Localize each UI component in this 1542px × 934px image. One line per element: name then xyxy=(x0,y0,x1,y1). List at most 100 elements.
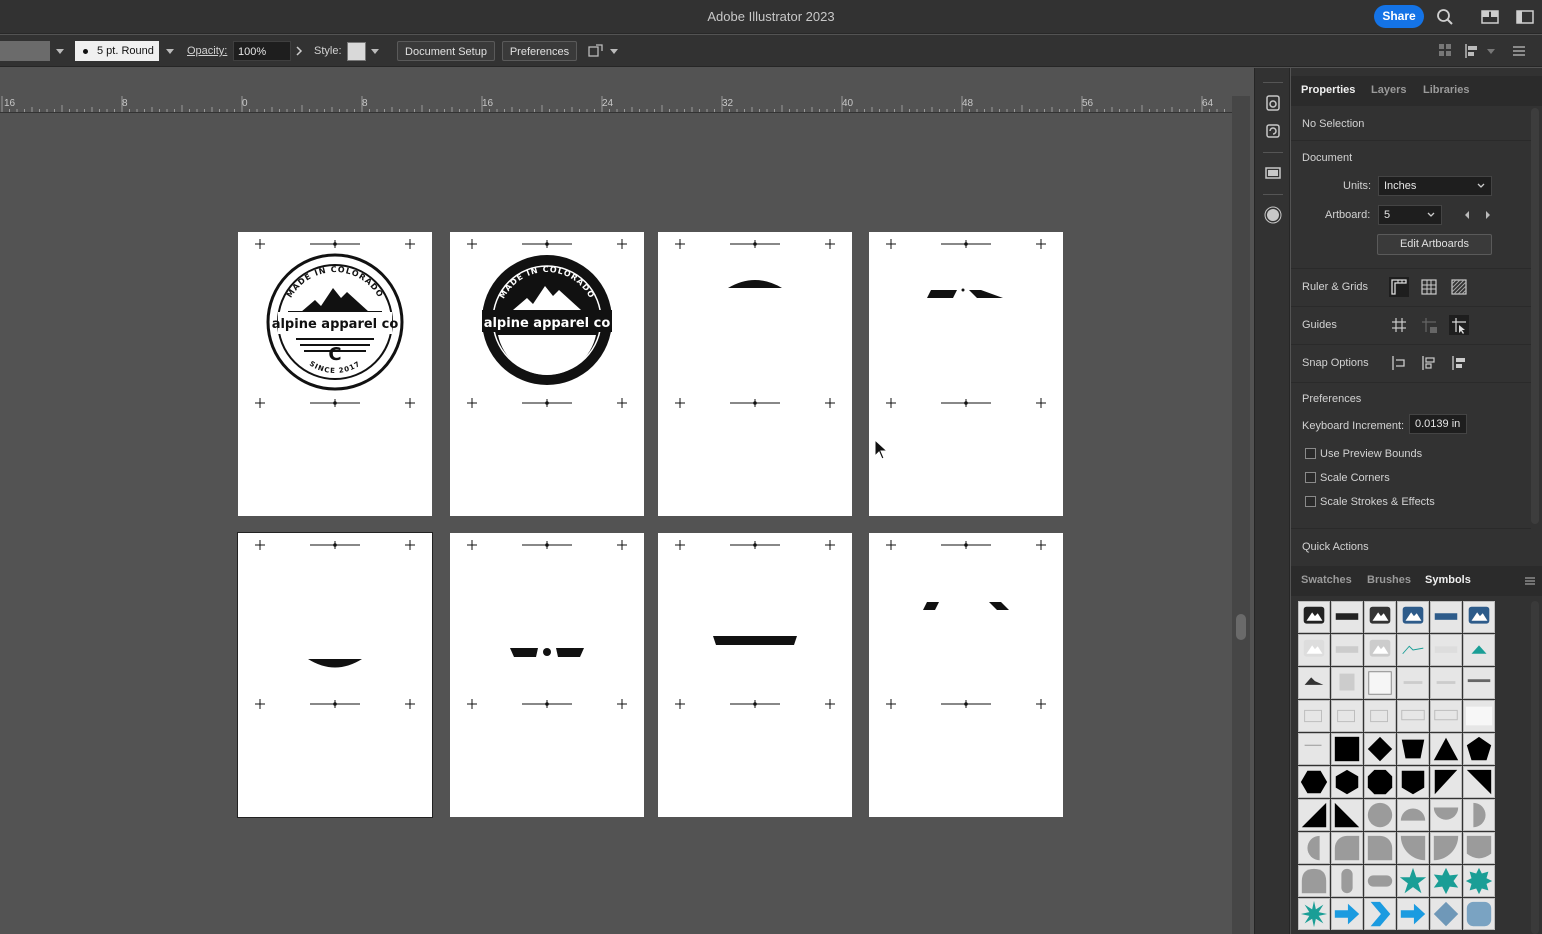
symbol-swatch[interactable] xyxy=(1331,733,1363,765)
symbol-swatch[interactable] xyxy=(1463,832,1495,864)
snap-to-point-icon[interactable] xyxy=(1388,352,1410,374)
chevron-down-icon[interactable] xyxy=(166,49,174,54)
preferences-button[interactable]: Preferences xyxy=(502,41,577,61)
symbol-swatch[interactable] xyxy=(1397,733,1429,765)
symbol-swatch[interactable] xyxy=(1430,865,1462,897)
canvas[interactable]: MADE IN COLORADO alpine apparel co C SINCE … xyxy=(0,114,1232,934)
symbol-swatch[interactable] xyxy=(1430,766,1462,798)
scale-strokes-checkbox[interactable] xyxy=(1305,496,1316,507)
chevron-down-icon[interactable] xyxy=(56,49,64,54)
symbol-swatch[interactable] xyxy=(1430,667,1462,699)
symbol-swatch[interactable] xyxy=(1364,733,1396,765)
transform-grid-icon[interactable] xyxy=(1438,43,1452,57)
workspace-switcher-icon[interactable] xyxy=(1481,8,1499,26)
symbol-swatch[interactable] xyxy=(1298,634,1330,666)
artboard-6[interactable] xyxy=(450,533,644,817)
artboard-7[interactable] xyxy=(658,533,852,817)
symbol-swatch[interactable] xyxy=(1298,601,1330,633)
symbol-swatch[interactable] xyxy=(1298,898,1330,930)
previous-artboard-icon[interactable] xyxy=(1463,210,1471,220)
symbol-swatch[interactable] xyxy=(1430,832,1462,864)
chevron-down-icon[interactable] xyxy=(610,49,618,54)
units-dropdown[interactable]: Inches xyxy=(1378,176,1492,196)
tab-properties[interactable]: Properties xyxy=(1301,84,1355,96)
snap-to-pixel-icon[interactable] xyxy=(1418,352,1440,374)
tab-libraries[interactable]: Libraries xyxy=(1423,84,1469,96)
symbol-swatch[interactable] xyxy=(1463,766,1495,798)
symbol-swatch[interactable] xyxy=(1397,601,1429,633)
symbol-swatch[interactable] xyxy=(1463,634,1495,666)
transparency-grid-icon[interactable] xyxy=(1448,276,1470,298)
symbol-swatch[interactable] xyxy=(1364,601,1396,633)
tab-layers[interactable]: Layers xyxy=(1371,84,1406,96)
symbol-swatch[interactable] xyxy=(1430,799,1462,831)
opacity-input[interactable]: 100% xyxy=(233,41,291,61)
symbol-swatch[interactable] xyxy=(1430,601,1462,633)
symbol-swatch[interactable] xyxy=(1331,898,1363,930)
symbol-swatch[interactable] xyxy=(1430,700,1462,732)
symbol-swatch[interactable] xyxy=(1331,667,1363,699)
grid-toggle-icon[interactable] xyxy=(1418,276,1440,298)
symbol-swatch[interactable] xyxy=(1331,799,1363,831)
symbol-swatch[interactable] xyxy=(1331,700,1363,732)
symbol-swatch[interactable] xyxy=(1463,865,1495,897)
chevron-down-icon[interactable] xyxy=(371,49,379,54)
symbol-swatch[interactable] xyxy=(1463,601,1495,633)
symbol-swatch[interactable] xyxy=(1364,667,1396,699)
stroke-color-swatch[interactable] xyxy=(0,41,50,61)
artboard-1[interactable]: MADE IN COLORADO alpine apparel co C SINCE … xyxy=(238,232,432,516)
panel-menu-icon[interactable] xyxy=(1524,576,1536,586)
symbol-swatch[interactable] xyxy=(1331,634,1363,666)
symbol-swatch[interactable] xyxy=(1298,865,1330,897)
symbol-swatch[interactable] xyxy=(1463,799,1495,831)
symbol-swatch[interactable] xyxy=(1298,700,1330,732)
stroke-profile-field[interactable]: 5 pt. Round xyxy=(75,41,159,61)
symbols-scrollbar[interactable] xyxy=(1531,601,1539,934)
keyboard-increment-input[interactable]: 0.0139 in xyxy=(1409,414,1467,434)
symbol-swatch[interactable] xyxy=(1331,832,1363,864)
arrange-documents-icon[interactable] xyxy=(1516,8,1534,26)
symbol-swatch[interactable] xyxy=(1298,799,1330,831)
symbol-swatch[interactable] xyxy=(1331,601,1363,633)
symbol-swatch[interactable] xyxy=(1364,832,1396,864)
opacity-label[interactable]: Opacity: xyxy=(187,41,227,61)
symbol-swatch[interactable] xyxy=(1397,865,1429,897)
symbol-swatch[interactable] xyxy=(1397,700,1429,732)
smart-guides-icon[interactable] xyxy=(1448,314,1470,336)
ruler-toggle-icon[interactable] xyxy=(1388,276,1410,298)
symbol-swatch[interactable] xyxy=(1364,898,1396,930)
symbol-swatch[interactable] xyxy=(1397,634,1429,666)
edit-artboards-button[interactable]: Edit Artboards xyxy=(1377,234,1492,255)
tab-symbols[interactable]: Symbols xyxy=(1425,574,1471,586)
artboard-2[interactable]: MADE IN COLORADO alpine apparel co SINCE 2… xyxy=(450,232,644,516)
symbol-swatch[interactable] xyxy=(1397,832,1429,864)
symbol-swatch[interactable] xyxy=(1364,865,1396,897)
tab-brushes[interactable]: Brushes xyxy=(1367,574,1411,586)
symbol-swatch[interactable] xyxy=(1298,733,1330,765)
symbol-swatch[interactable] xyxy=(1364,700,1396,732)
artboard-8[interactable] xyxy=(869,533,1063,817)
symbol-swatch[interactable] xyxy=(1298,832,1330,864)
chevron-right-icon[interactable] xyxy=(294,45,304,57)
symbol-swatch[interactable] xyxy=(1298,667,1330,699)
symbol-swatch[interactable] xyxy=(1331,865,1363,897)
align-icon[interactable] xyxy=(1464,43,1480,59)
search-icon[interactable] xyxy=(1436,8,1454,26)
symbol-swatch[interactable] xyxy=(1397,799,1429,831)
appearance-panel-icon[interactable] xyxy=(1264,206,1282,224)
gradient-panel-icon[interactable] xyxy=(1264,164,1282,182)
scrollbar-thumb[interactable] xyxy=(1236,614,1246,640)
symbol-swatch[interactable] xyxy=(1463,898,1495,930)
symbol-swatch[interactable] xyxy=(1364,634,1396,666)
artboard-3[interactable] xyxy=(658,232,852,516)
arrange-icon[interactable] xyxy=(587,42,605,60)
vertical-scrollbar[interactable] xyxy=(1232,96,1250,934)
symbol-swatch[interactable] xyxy=(1397,898,1429,930)
use-preview-bounds-checkbox[interactable] xyxy=(1305,448,1316,459)
document-setup-button[interactable]: Document Setup xyxy=(397,41,495,61)
symbol-swatch[interactable] xyxy=(1430,898,1462,930)
symbol-swatch[interactable] xyxy=(1463,700,1495,732)
artboard-4[interactable] xyxy=(869,232,1063,516)
symbol-swatch[interactable] xyxy=(1298,766,1330,798)
transform-panel-icon[interactable] xyxy=(1264,122,1282,140)
